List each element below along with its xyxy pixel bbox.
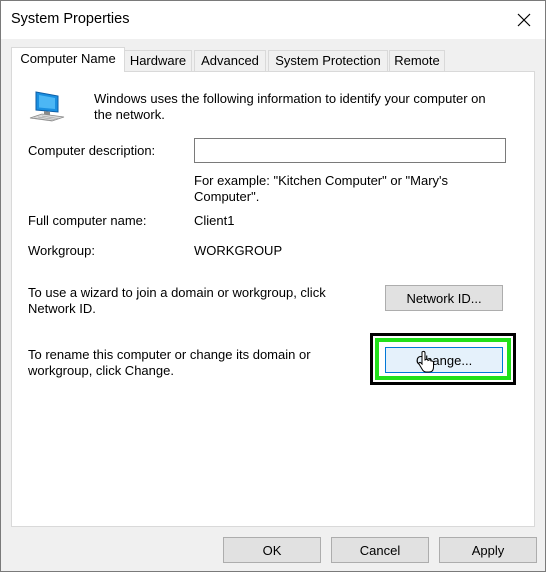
change-button[interactable]: Change...: [385, 347, 503, 373]
rename-text-line1: To rename this computer or change its do…: [28, 347, 311, 362]
cancel-button[interactable]: Cancel: [331, 537, 429, 563]
apply-button[interactable]: Apply: [439, 537, 537, 563]
close-icon: [517, 13, 531, 27]
workgroup-label: Workgroup:: [28, 243, 95, 258]
full-computer-name-label: Full computer name:: [28, 213, 147, 228]
ok-button[interactable]: OK: [223, 537, 321, 563]
close-button[interactable]: [509, 5, 539, 35]
intro-text-line1: Windows uses the following information t…: [94, 91, 486, 106]
computer-description-input[interactable]: [194, 138, 506, 163]
network-id-text-line1: To use a wizard to join a domain or work…: [28, 285, 326, 300]
network-id-button[interactable]: Network ID...: [385, 285, 503, 311]
example-text-line2: Computer".: [194, 189, 260, 204]
tab-strip: Computer Name Hardware Advanced System P…: [11, 47, 541, 72]
network-id-text-line2: Network ID.: [28, 301, 96, 316]
system-properties-window: System Properties Computer Name Hardware…: [0, 0, 546, 572]
intro-text-line2: the network.: [94, 107, 165, 122]
tab-hardware[interactable]: Hardware: [124, 50, 192, 71]
computer-name-panel: Windows uses the following information t…: [11, 71, 535, 527]
computer-description-label: Computer description:: [28, 143, 156, 158]
tab-system-protection[interactable]: System Protection: [268, 50, 388, 71]
mouse-cursor-icon: [418, 350, 434, 373]
full-computer-name-value: Client1: [194, 213, 235, 228]
title-bar: System Properties: [1, 1, 545, 39]
window-title: System Properties: [11, 11, 130, 27]
computer-monitor-icon: [29, 91, 65, 122]
rename-text-line2: workgroup, click Change.: [28, 363, 174, 378]
tab-advanced[interactable]: Advanced: [194, 50, 266, 71]
tab-computer-name[interactable]: Computer Name: [11, 47, 125, 72]
workgroup-value: WORKGROUP: [194, 243, 283, 258]
example-text-line1: For example: "Kitchen Computer" or "Mary…: [194, 173, 449, 188]
tab-remote[interactable]: Remote: [389, 50, 445, 71]
